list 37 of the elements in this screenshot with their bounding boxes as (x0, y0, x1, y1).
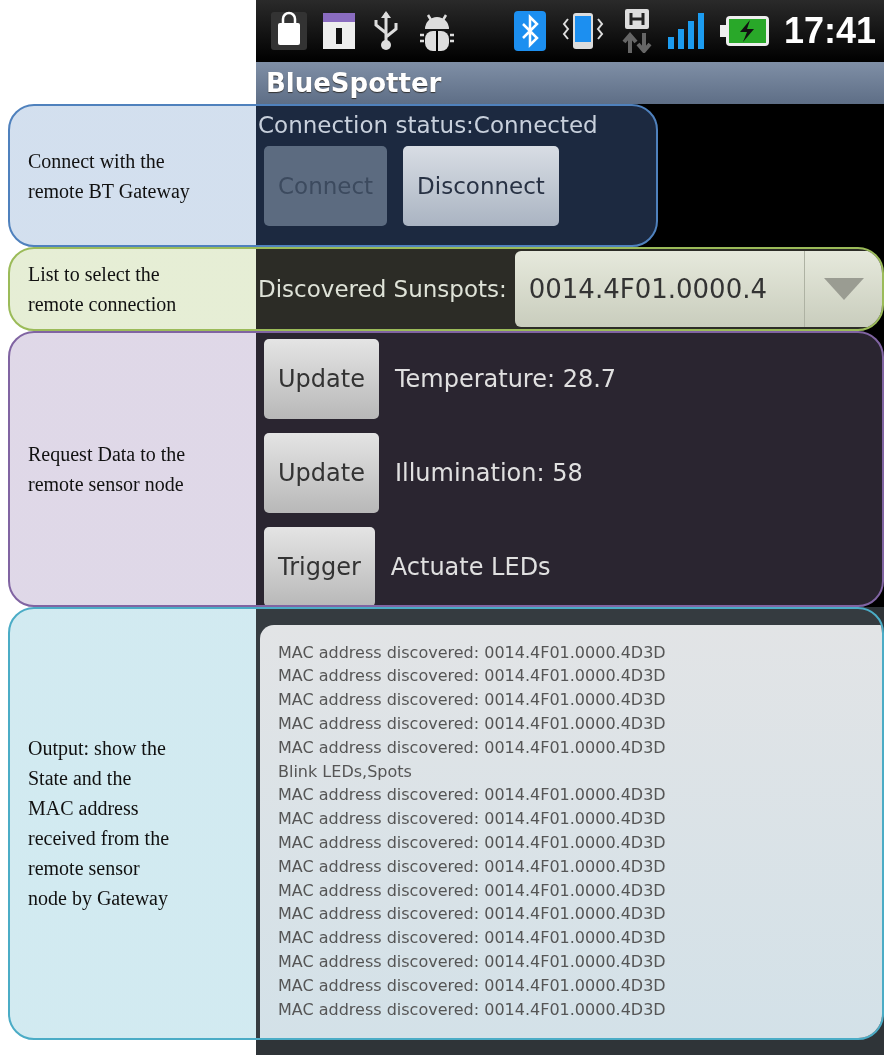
app-title: BlueSpotter (266, 68, 442, 98)
sensor-reading: Illumination: 58 (394, 458, 583, 487)
annotation-text: Output: show the State and the MAC address received from the remote sensor node by Gateway (28, 736, 170, 912)
log-line: MAC address discovered: 0014.4F01.0000.4D3D (278, 665, 667, 688)
signal-icon (667, 13, 706, 49)
log-line: MAC address discovered: 0014.4F01.0000.4D3D (278, 784, 667, 807)
battery-charging-icon (719, 15, 770, 47)
log-line: MAC address discovered: 0014.4F01.0000.4D3D (278, 689, 667, 712)
dropdown-arrow-icon (823, 277, 864, 300)
log-line: MAC address discovered: 0014.4F01.0000.4D3D (278, 879, 667, 902)
log-line: MAC address discovered: 0014.4F01.0000.4D3D (278, 808, 667, 831)
connection-status: Connection status:Connected (257, 111, 599, 138)
update-button[interactable]: Update (264, 432, 379, 513)
log-line: MAC address discovered: 0014.4F01.0000.4D3D (278, 855, 667, 878)
log-line: MAC address discovered: 0014.4F01.0000.4D3D (278, 713, 667, 736)
trigger-button[interactable]: Trigger (264, 526, 375, 605)
discovered-label: Discovered Sunspots: (257, 275, 508, 302)
log-line: Blink LEDs,Spots (278, 760, 413, 783)
log-line: MAC address discovered: 0014.4F01.0000.4D3D (278, 974, 667, 997)
annotation-text: Connect with the remote BT Gateway (28, 148, 190, 205)
annotation-text: List to select the remote connection (28, 261, 177, 317)
sensor-reading: Temperature: 28.7 (394, 364, 617, 393)
log-line: MAC address discovered: 0014.4F01.0000.4D3D (278, 903, 667, 926)
clock-time: 17:41 (783, 10, 876, 52)
log-line: MAC address discovered: 0014.4F01.0000.4D3D (278, 998, 667, 1021)
sensor-reading: Actuate LEDs (390, 552, 551, 581)
calendar-icon (322, 12, 356, 50)
sunspot-dropdown[interactable]: 0014.4F01.0000.4 (514, 250, 882, 327)
log-line: MAC address discovered: 0014.4F01.0000.4D3D (278, 927, 667, 950)
log-line: MAC address discovered: 0014.4F01.0000.4D3D (278, 736, 667, 759)
log-line: MAC address discovered: 0014.4F01.0000.4D3D (278, 832, 667, 855)
annotation-text: Request Data to the remote sensor node (28, 441, 186, 497)
update-button[interactable]: Update (264, 338, 379, 419)
log-line: MAC address discovered: 0014.4F01.0000.4D3D (278, 641, 667, 664)
bluetooth-icon (513, 11, 546, 51)
disconnect-button[interactable]: Disconnect (403, 146, 559, 226)
log-line: MAC address discovered: 0014.4F01.0000.4D3D (278, 951, 667, 973)
